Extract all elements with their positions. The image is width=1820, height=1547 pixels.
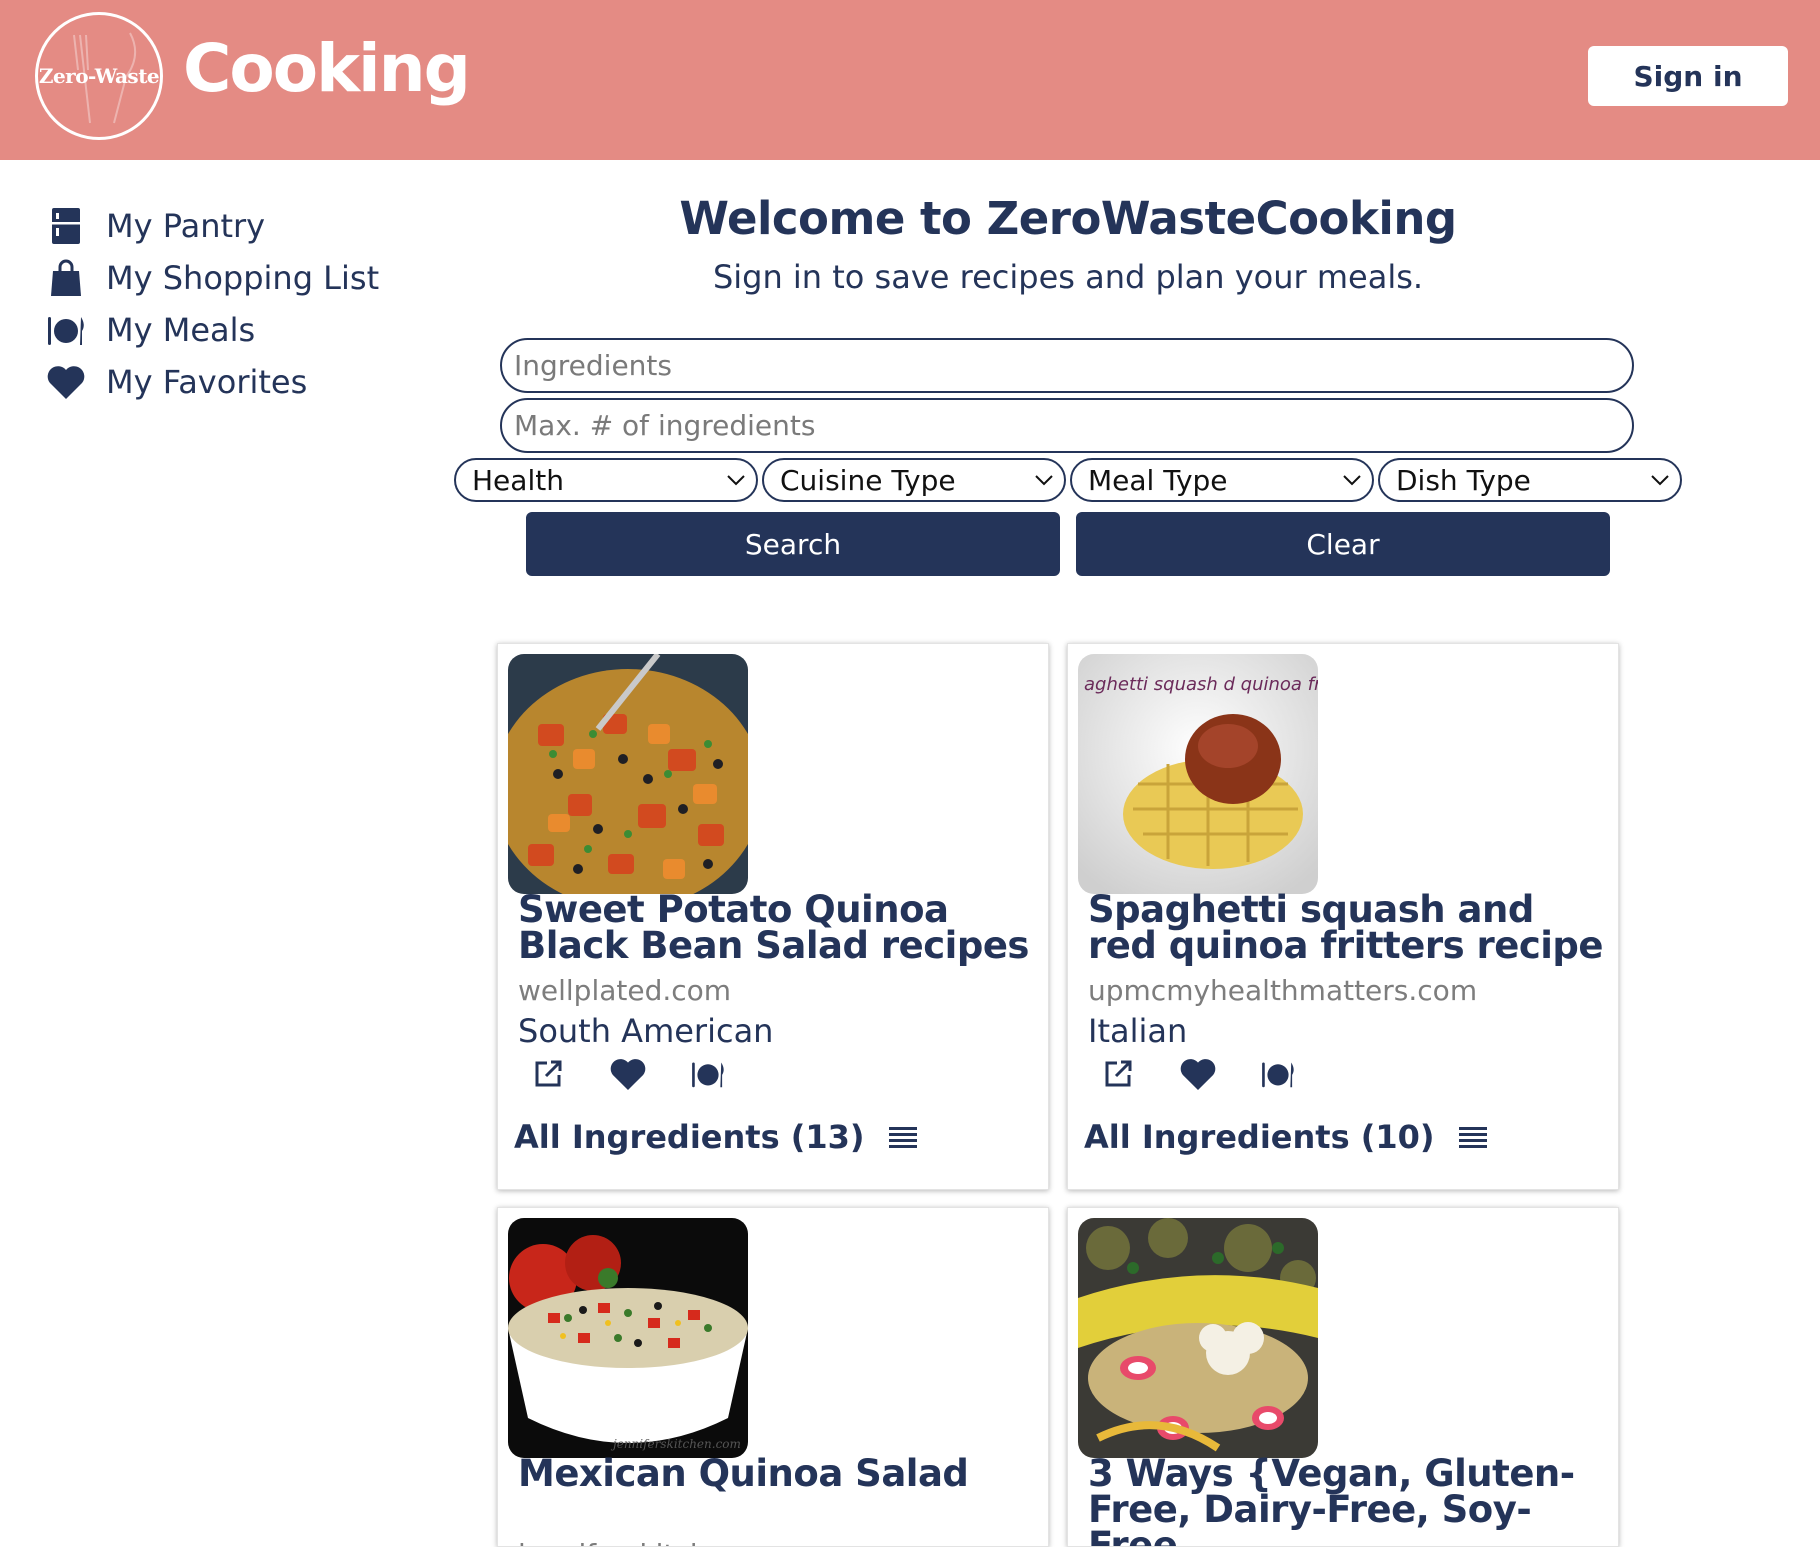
image-watermark: jenniferskitchen.com: [610, 1437, 741, 1451]
health-select[interactable]: Health: [454, 458, 758, 502]
list-icon: [1458, 1126, 1487, 1148]
list-icon: [888, 1126, 917, 1148]
max-ingredients-input[interactable]: [500, 398, 1634, 453]
shopping-bag-icon: [44, 258, 88, 298]
page-subtitle: Sign in to save recipes and plan your me…: [712, 258, 1424, 296]
meal-type-select[interactable]: Meal Type: [1070, 458, 1374, 502]
recipe-image[interactable]: [508, 654, 748, 894]
external-link-icon[interactable]: [1098, 1054, 1138, 1094]
recipe-actions: [1098, 1054, 1338, 1094]
clear-button[interactable]: Clear: [1076, 512, 1610, 576]
sidebar-item-shopping-list[interactable]: My Shopping List: [44, 252, 464, 304]
logo[interactable]: Zero-Waste: [35, 12, 163, 140]
recipe-card: aghetti squash d quinoa fritters Spaghet…: [1067, 643, 1619, 1190]
brand-title: Cooking: [183, 30, 471, 107]
plate-cutlery-icon: [44, 310, 88, 350]
recipe-image[interactable]: [1078, 1218, 1318, 1458]
select-value: Dish Type: [1396, 463, 1531, 497]
logo-text: Zero-Waste: [38, 64, 160, 88]
chevron-down-icon: [1651, 475, 1669, 486]
page-title: Welcome to ZeroWasteCooking: [679, 192, 1457, 245]
recipe-card: jenniferskitchen.com Mexican Quinoa Sala…: [497, 1207, 1049, 1547]
recipe-card: 3 Ways {Vegan, Gluten-Free, Dairy-Free, …: [1067, 1207, 1619, 1547]
external-link-icon[interactable]: [528, 1054, 568, 1094]
chevron-down-icon: [1343, 475, 1361, 486]
ingredients-input[interactable]: [500, 338, 1634, 393]
ingredients-label: All Ingredients (13): [514, 1118, 865, 1156]
select-value: Health: [472, 463, 564, 497]
sidebar-item-meals[interactable]: My Meals: [44, 304, 464, 356]
recipe-source: jenniferskitchen.com: [518, 1538, 811, 1546]
chevron-down-icon: [1035, 475, 1053, 486]
add-to-meals-icon[interactable]: [1258, 1054, 1298, 1094]
sidebar-item-label: My Favorites: [106, 363, 308, 401]
fridge-icon: [44, 206, 88, 246]
heart-icon: [44, 362, 88, 402]
recipe-title[interactable]: Mexican Quinoa Salad: [518, 1455, 1038, 1492]
recipe-title[interactable]: Sweet Potato Quinoa Black Bean Salad rec…: [518, 891, 1038, 964]
recipe-title[interactable]: 3 Ways {Vegan, Gluten-Free, Dairy-Free, …: [1088, 1455, 1608, 1546]
dish-type-select[interactable]: Dish Type: [1378, 458, 1682, 502]
recipe-image[interactable]: aghetti squash d quinoa fritters: [1078, 654, 1318, 894]
recipe-source: wellplated.com: [518, 974, 732, 1007]
select-value: Cuisine Type: [780, 463, 956, 497]
select-value: Meal Type: [1088, 463, 1228, 497]
sign-in-button[interactable]: Sign in: [1588, 46, 1788, 106]
ingredients-label: All Ingredients (10): [1084, 1118, 1435, 1156]
recipe-source: upmcmyhealthmatters.com: [1088, 974, 1478, 1007]
recipe-card: Sweet Potato Quinoa Black Bean Salad rec…: [497, 643, 1049, 1190]
favorite-heart-icon[interactable]: [608, 1054, 648, 1094]
cuisine-type-select[interactable]: Cuisine Type: [762, 458, 1066, 502]
favorite-heart-icon[interactable]: [1178, 1054, 1218, 1094]
sidebar-item-pantry[interactable]: My Pantry: [44, 200, 464, 252]
header-bar: Zero-Waste Cooking Sign in: [0, 0, 1820, 160]
sidebar-item-label: My Meals: [106, 311, 256, 349]
search-button[interactable]: Search: [526, 512, 1060, 576]
sidebar-item-label: My Pantry: [106, 207, 266, 245]
recipe-actions: [528, 1054, 768, 1094]
sidebar-item-favorites[interactable]: My Favorites: [44, 356, 464, 408]
recipe-image[interactable]: jenniferskitchen.com: [508, 1218, 748, 1458]
all-ingredients-toggle[interactable]: All Ingredients (10): [1084, 1118, 1487, 1156]
sidebar-item-label: My Shopping List: [106, 259, 380, 297]
chevron-down-icon: [727, 475, 745, 486]
add-to-meals-icon[interactable]: [688, 1054, 728, 1094]
recipe-cuisine: Italian: [1088, 1012, 1188, 1050]
sidebar-nav: My Pantry My Shopping List My Meals My F…: [44, 200, 464, 408]
image-caption: aghetti squash d quinoa fritters: [1084, 674, 1318, 695]
all-ingredients-toggle[interactable]: All Ingredients (13): [514, 1118, 917, 1156]
recipe-cuisine: South American: [518, 1012, 774, 1050]
recipe-title[interactable]: Spaghetti squash and red quinoa fritters…: [1088, 891, 1608, 964]
